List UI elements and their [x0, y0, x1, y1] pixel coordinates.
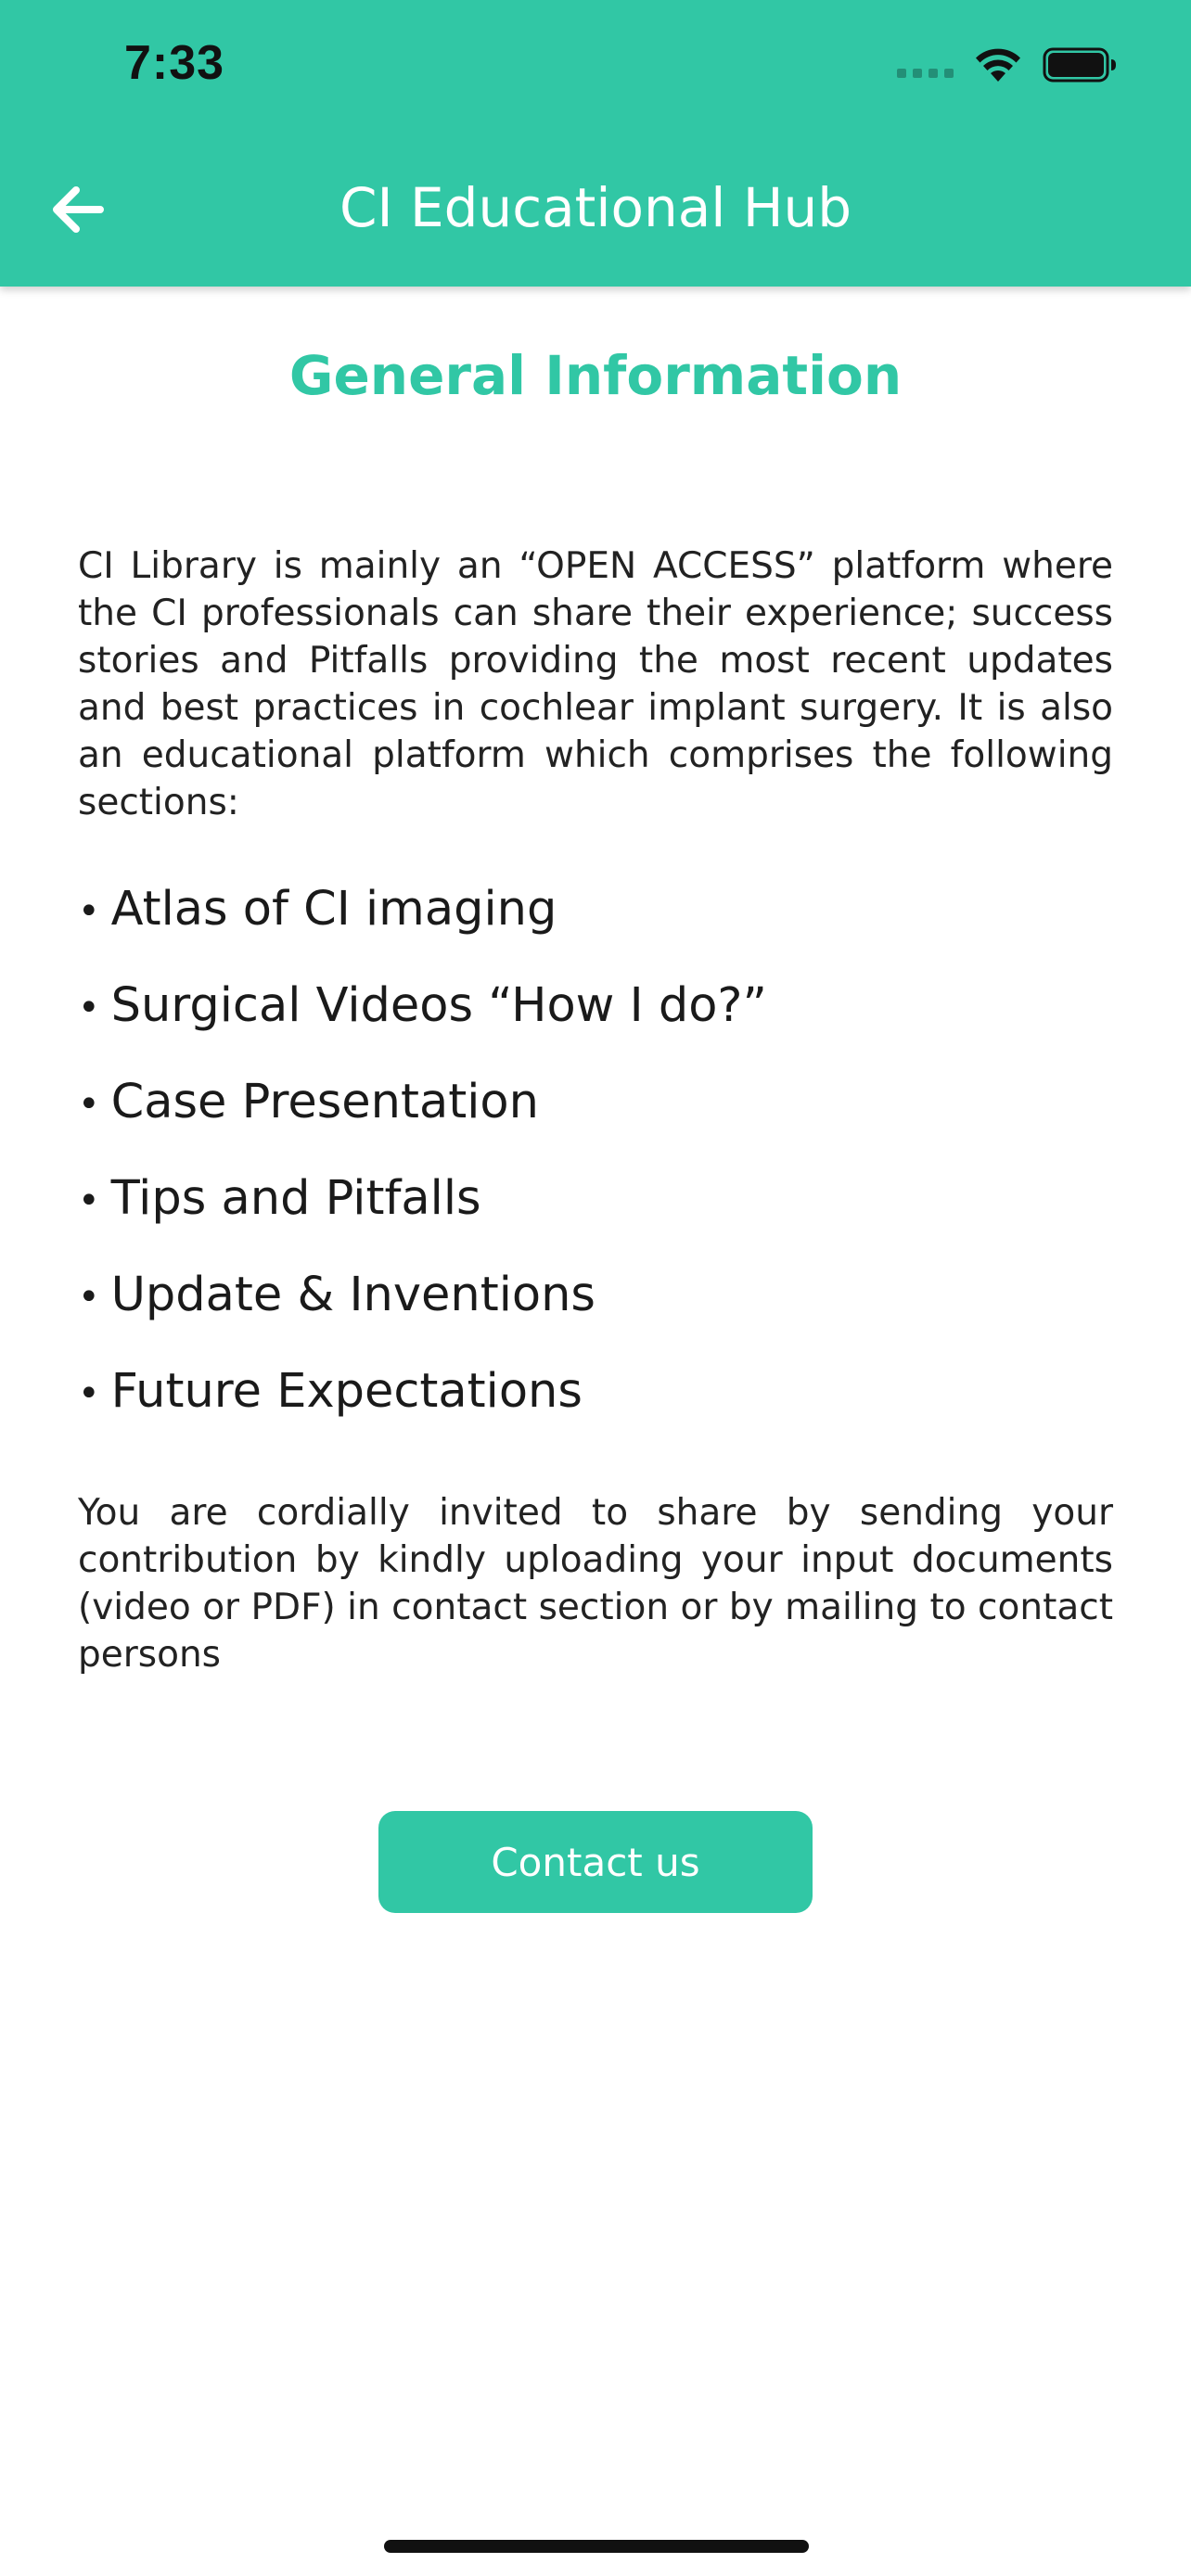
bullet: • — [78, 1372, 100, 1415]
bullet: • — [78, 1180, 100, 1222]
bullet: • — [78, 1083, 100, 1126]
cellular-signal-icon — [897, 69, 954, 78]
list-item: • Future Expectations — [78, 1364, 583, 1419]
wifi-icon — [976, 48, 1020, 82]
list-item: • Tips and Pitfalls — [78, 1171, 481, 1226]
header-title: CI Educational Hub — [339, 176, 852, 239]
home-indicator[interactable] — [384, 2540, 809, 2553]
battery-icon — [1043, 47, 1116, 83]
list-item: • Case Presentation — [78, 1075, 539, 1129]
status-icons — [897, 46, 1117, 83]
sections-list: • Atlas of CI imaging • Surgical Videos “H… — [78, 862, 1113, 1441]
bullet: • — [78, 1276, 100, 1319]
list-item: • Atlas of CI imaging — [78, 882, 557, 937]
main-content: General Information CI Library is mainly… — [78, 287, 1113, 1715]
status-time: 7:33 — [124, 36, 225, 90]
app-header: 7:33 CI Educational Hub — [0, 0, 1191, 287]
page-title: General Information — [288, 344, 903, 407]
bullet: • — [78, 890, 100, 933]
bullet: • — [78, 987, 100, 1029]
list-item: • Surgical Videos “How I do?” — [78, 978, 767, 1033]
intro-paragraph: CI Library is mainly an “OPEN ACCESS” pl… — [78, 545, 1113, 823]
invite-paragraph: You are cordially invited to share by se… — [78, 1492, 1113, 1676]
contact-us-button[interactable]: Contact us — [378, 1811, 813, 1913]
list-item: • Update & Inventions — [78, 1268, 596, 1322]
